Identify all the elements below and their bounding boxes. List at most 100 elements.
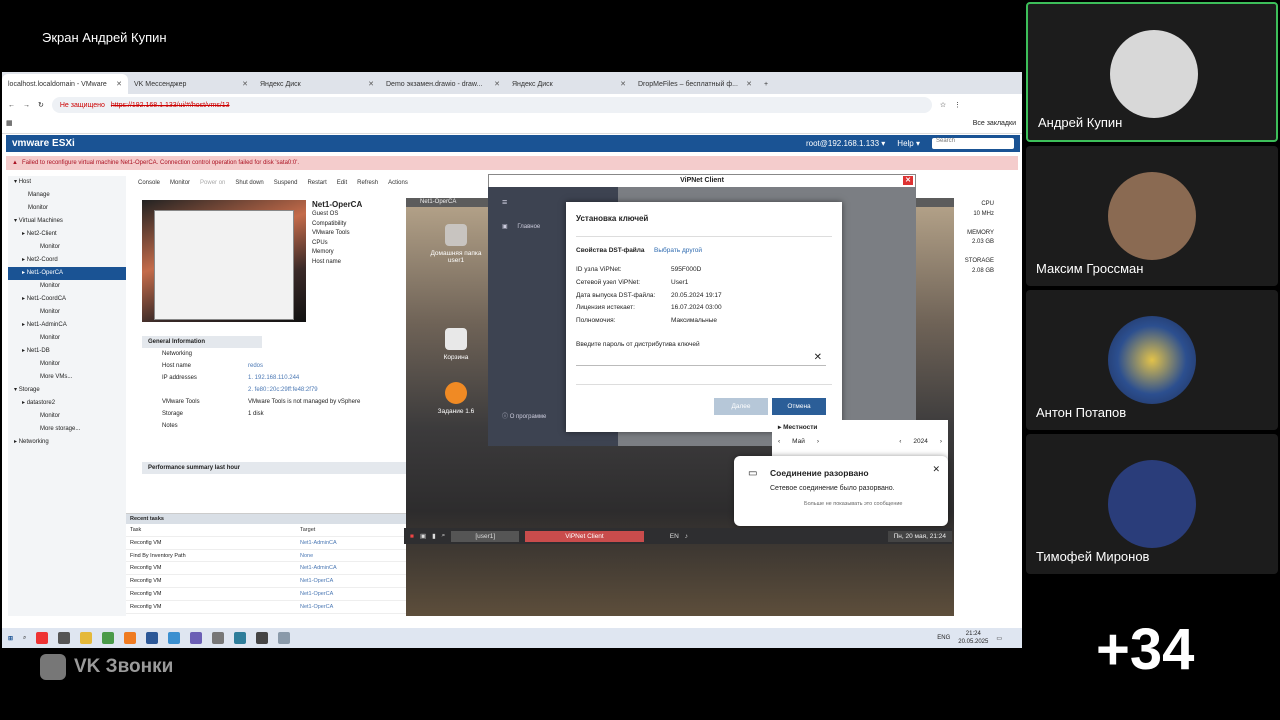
sidebar-item-about[interactable]: ⓘ О программе bbox=[502, 411, 546, 420]
taskbar-item-user1[interactable]: [user1] bbox=[451, 530, 520, 542]
tree-item[interactable]: ▸ Networking bbox=[8, 436, 126, 449]
chrome-icon[interactable] bbox=[102, 632, 115, 644]
search-input[interactable]: Search bbox=[932, 138, 1014, 149]
app-icon[interactable] bbox=[168, 632, 181, 644]
table-row[interactable]: Reconfig VM Net1-OperCA bbox=[126, 588, 408, 601]
table-row[interactable]: Reconfig VM Net1-OperCA bbox=[126, 601, 408, 614]
tree-item[interactable]: ▾ Host bbox=[8, 176, 126, 189]
close-icon[interactable]: ✕ bbox=[116, 80, 122, 88]
tree-item[interactable]: More storage... bbox=[8, 423, 126, 436]
terminal-icon[interactable]: ▮ bbox=[432, 532, 436, 540]
dont-show-link[interactable]: Больше не показывать это сообщение bbox=[804, 501, 903, 507]
help-menu[interactable]: Help ▾ bbox=[897, 139, 920, 148]
tree-item-selected[interactable]: ▸ Net1-OperCA bbox=[8, 267, 126, 280]
browser-tab[interactable]: DropMeFiles – бесплатный ф... ✕ bbox=[632, 74, 758, 94]
next-year-icon[interactable]: › bbox=[940, 438, 942, 445]
home-folder-icon[interactable]: Домашняя папка user1 bbox=[428, 224, 484, 264]
app-icon[interactable] bbox=[58, 632, 71, 644]
close-icon[interactable]: ✕ bbox=[242, 80, 248, 88]
tree-item[interactable]: Monitor bbox=[8, 280, 126, 293]
monitor-button[interactable]: Monitor bbox=[170, 180, 190, 186]
actions-button[interactable]: Actions bbox=[388, 180, 408, 186]
tree-item[interactable]: ▸ Net2-Coord bbox=[8, 254, 126, 267]
user-menu[interactable]: root@192.168.1.133 ▾ bbox=[806, 139, 885, 148]
app-icon[interactable] bbox=[190, 632, 203, 644]
task-app-icon[interactable]: Задание 1.6 bbox=[428, 382, 484, 415]
firefox-icon[interactable] bbox=[124, 632, 137, 644]
app-icon[interactable] bbox=[278, 632, 291, 644]
close-icon[interactable]: ✕ bbox=[368, 80, 374, 88]
files-icon[interactable]: ▣ bbox=[420, 532, 426, 540]
tray-lang[interactable]: ENG bbox=[937, 635, 950, 641]
browser-tab[interactable]: localhost.localdomain - VMware ✕ bbox=[2, 74, 128, 94]
refresh-button[interactable]: Refresh bbox=[357, 180, 378, 186]
calculator-icon[interactable] bbox=[256, 632, 269, 644]
shut-down-button[interactable]: Shut down bbox=[235, 180, 263, 186]
console-button[interactable]: Console bbox=[138, 180, 160, 186]
guest-clock[interactable]: Пн, 20 мая, 21:24 bbox=[887, 530, 952, 542]
tree-item[interactable]: Monitor bbox=[8, 306, 126, 319]
participant-tile[interactable]: Максим Гроссман bbox=[1026, 146, 1278, 286]
vm-console-thumbnail[interactable] bbox=[142, 200, 306, 322]
browser-tab[interactable]: Яндекс Диск ✕ bbox=[506, 74, 632, 94]
all-bookmarks[interactable]: Все закладки bbox=[973, 120, 1016, 127]
tree-item[interactable]: ▸ Net1-DB bbox=[8, 345, 126, 358]
browser-tab[interactable]: VK Мессенджер ✕ bbox=[128, 74, 254, 94]
start-menu-icon[interactable]: ■ bbox=[410, 533, 414, 540]
tree-item[interactable]: ▸ datastore2 bbox=[8, 397, 126, 410]
table-row[interactable]: Reconfig VM Net1-OperCA bbox=[126, 575, 408, 588]
cancel-button[interactable]: Отмена bbox=[772, 398, 826, 415]
power-on-button[interactable]: Power on bbox=[200, 180, 225, 186]
search-icon[interactable]: ⌕ bbox=[23, 635, 26, 642]
tree-item[interactable]: Monitor bbox=[8, 202, 126, 215]
volume-icon[interactable]: ♪ bbox=[685, 533, 688, 540]
browser-tab[interactable]: Яндекс Диск ✕ bbox=[254, 74, 380, 94]
next-month-icon[interactable]: › bbox=[817, 438, 819, 445]
star-icon[interactable]: ☆ bbox=[940, 101, 946, 109]
tree-item[interactable]: More VMs... bbox=[8, 371, 126, 384]
participant-tile[interactable]: Тимофей Миронов bbox=[1026, 434, 1278, 574]
next-button[interactable]: Далее bbox=[714, 398, 768, 415]
new-tab-button[interactable]: + bbox=[758, 74, 778, 94]
tree-item[interactable]: ▸ Net2-Client bbox=[8, 228, 126, 241]
tree-item[interactable]: ▸ Net1-CoordCA bbox=[8, 293, 126, 306]
forward-icon[interactable]: → bbox=[23, 102, 30, 109]
close-icon[interactable]: ✕ bbox=[903, 176, 913, 185]
word-icon[interactable] bbox=[146, 632, 159, 644]
tree-item[interactable]: Monitor bbox=[8, 410, 126, 423]
password-input[interactable]: ✕ bbox=[576, 352, 826, 366]
windows-start-icon[interactable]: ⊞ bbox=[8, 635, 13, 642]
close-icon[interactable]: ✕ bbox=[620, 80, 626, 88]
tray-clock[interactable]: 21:24 20.05.2025 bbox=[958, 630, 988, 646]
suspend-button[interactable]: Suspend bbox=[274, 180, 298, 186]
menu-icon[interactable]: ⋮ bbox=[954, 101, 961, 109]
general-info-header[interactable]: General Information bbox=[142, 336, 262, 348]
settings-icon[interactable] bbox=[212, 632, 225, 644]
participant-tile[interactable]: Антон Потапов bbox=[1026, 290, 1278, 430]
choose-other-link[interactable]: Выбрать другой bbox=[654, 247, 702, 254]
close-icon[interactable]: ✕ bbox=[746, 80, 752, 88]
yandex-icon[interactable] bbox=[36, 632, 49, 644]
close-icon[interactable]: ✕ bbox=[932, 464, 940, 475]
prev-month-icon[interactable]: ‹ bbox=[778, 438, 780, 445]
clear-icon[interactable]: ✕ bbox=[814, 352, 822, 363]
taskbar-item-vipnet[interactable]: ViPNet Client bbox=[525, 530, 644, 542]
tree-item[interactable]: Monitor bbox=[8, 358, 126, 371]
notifications-icon[interactable]: ▭ bbox=[996, 635, 1002, 642]
reload-icon[interactable]: ↻ bbox=[38, 101, 44, 109]
table-row[interactable]: Reconfig VM Net1-AdminCA bbox=[126, 537, 408, 550]
browser-tab[interactable]: Demo экзамен.drawio - draw... ✕ bbox=[380, 74, 506, 94]
close-icon[interactable]: ✕ bbox=[494, 80, 500, 88]
back-icon[interactable]: ← bbox=[8, 102, 15, 109]
tree-item[interactable]: Monitor bbox=[8, 241, 126, 254]
tree-item[interactable]: ▾ Storage bbox=[8, 384, 126, 397]
tree-item[interactable]: Monitor bbox=[8, 332, 126, 345]
search-icon[interactable]: ⌕ bbox=[442, 532, 446, 540]
table-row[interactable]: Reconfig VM Net1-AdminCA bbox=[126, 562, 408, 576]
explorer-icon[interactable] bbox=[80, 632, 93, 644]
lang-indicator[interactable]: EN bbox=[670, 533, 679, 540]
apps-icon[interactable]: ▦ bbox=[6, 119, 13, 127]
tree-item[interactable]: ▾ Virtual Machines bbox=[8, 215, 126, 228]
edit-button[interactable]: Edit bbox=[337, 180, 347, 186]
address-bar[interactable]: Не защищено https://192.168.1.133/ui/#/h… bbox=[51, 97, 932, 113]
